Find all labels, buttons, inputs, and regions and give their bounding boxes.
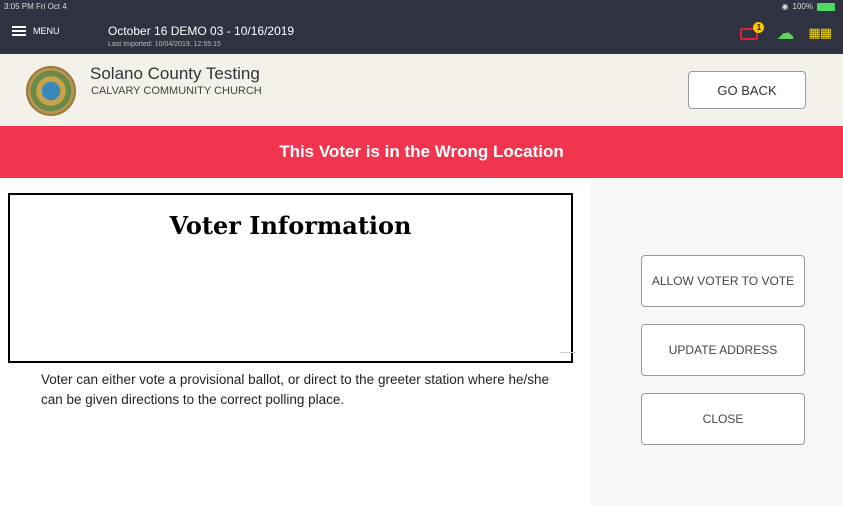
printer-icon[interactable]: 1	[740, 22, 765, 42]
battery-label: 100%	[792, 2, 813, 11]
close-button[interactable]: CLOSE	[641, 393, 805, 445]
update-address-button[interactable]: UPDATE ADDRESS	[641, 324, 805, 376]
county-name: Solano County Testing	[90, 64, 260, 83]
event-subtitle: Last Imported: 10/04/2019, 12:55:15	[108, 41, 221, 48]
divider	[560, 352, 576, 353]
event-title: October 16 DEMO 03 - 10/16/2019	[108, 24, 295, 38]
location-header: Solano County Testing CALVARY COMMUNITY …	[0, 54, 843, 126]
menu-button[interactable]: MENU	[12, 26, 60, 36]
voter-information-box: Voter Information	[8, 193, 573, 363]
action-panel: ALLOW VOTER TO VOTE UPDATE ADDRESS CLOSE	[591, 178, 843, 506]
printer-badge: 1	[753, 22, 765, 33]
app-header: 3:05 PM Fri Oct 4 ◉ 100% MENU October 16…	[0, 0, 843, 54]
wrong-location-alert: This Voter is in the Wrong Location	[0, 126, 843, 178]
toolbar-icons: 1 ☁ ▦▦	[740, 22, 832, 42]
county-seal-logo	[26, 66, 76, 116]
cloud-upload-icon[interactable]: ☁	[776, 24, 794, 42]
wrong-location-message: Voter can either vote a provisional ball…	[41, 372, 550, 407]
battery-icon	[817, 2, 835, 11]
voter-information-title: Voter Information	[169, 211, 412, 240]
menu-label: MENU	[33, 26, 60, 36]
status-time: 3:05 PM Fri Oct 4	[4, 2, 67, 11]
polling-location: CALVARY COMMUNITY CHURCH	[91, 85, 262, 97]
wifi-icon: ◉	[781, 2, 789, 11]
status-indicators: ◉ 100%	[782, 2, 835, 11]
network-icon[interactable]: ▦▦	[808, 25, 832, 41]
go-back-button[interactable]: GO BACK	[688, 71, 806, 109]
allow-voter-button[interactable]: ALLOW VOTER TO VOTE	[641, 255, 805, 307]
hamburger-icon	[12, 26, 26, 36]
